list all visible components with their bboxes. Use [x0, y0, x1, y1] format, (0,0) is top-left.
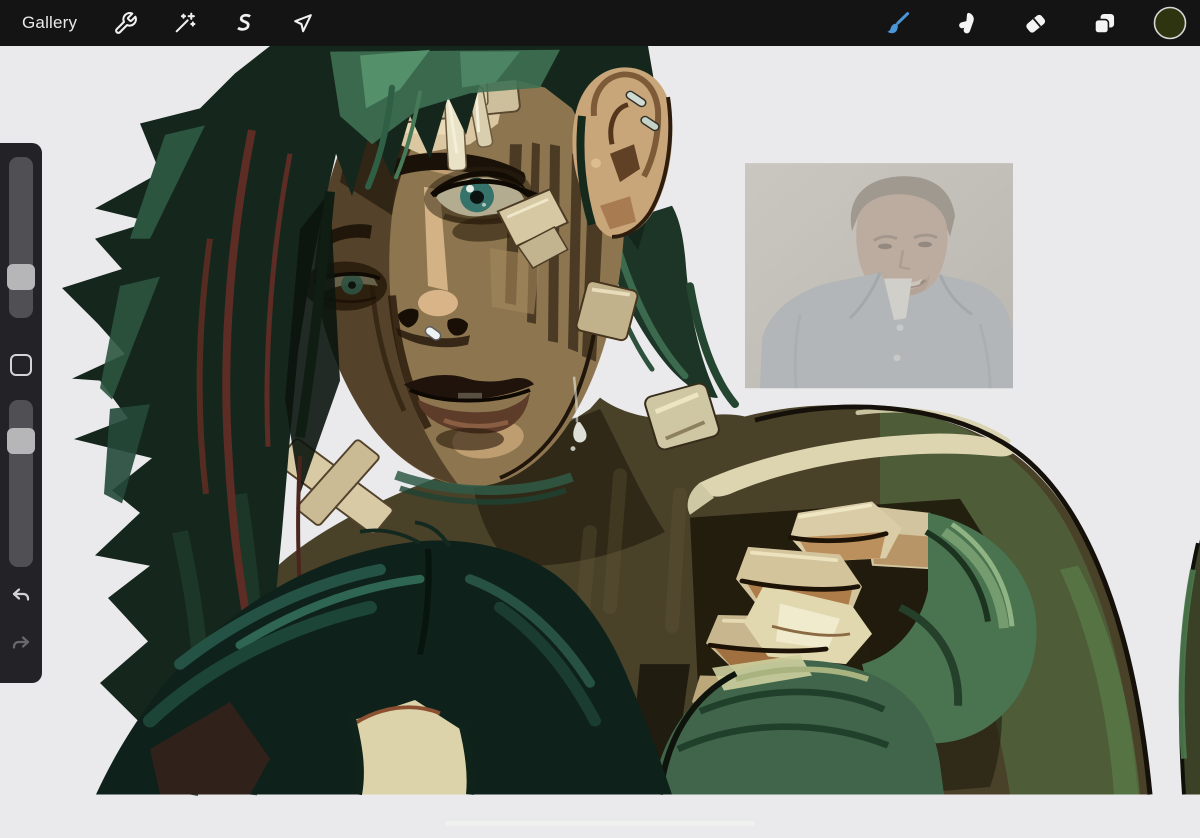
smudge-finger-icon — [953, 10, 980, 37]
layers-icon — [1091, 10, 1118, 37]
home-indicator[interactable] — [445, 821, 755, 826]
brush-opacity-thumb[interactable] — [7, 428, 35, 454]
adjustments-button[interactable] — [163, 2, 205, 44]
undo-button[interactable] — [6, 582, 36, 612]
toolbar-right-group — [876, 0, 1200, 46]
wrench-icon — [113, 11, 138, 36]
brush-size-track[interactable] — [9, 157, 33, 318]
actions-button[interactable] — [104, 2, 146, 44]
brush-size-slider[interactable] — [0, 157, 42, 318]
canvas-area[interactable] — [0, 46, 1200, 838]
selection-button[interactable] — [222, 2, 264, 44]
selection-s-icon — [231, 11, 256, 36]
tool-sidebar — [0, 143, 42, 683]
smudge-button[interactable] — [945, 2, 987, 44]
erase-button[interactable] — [1014, 2, 1056, 44]
top-toolbar: Gallery — [0, 0, 1200, 46]
color-button[interactable] — [1152, 5, 1188, 41]
paint-button[interactable] — [876, 2, 918, 44]
procreate-app: Gallery — [0, 0, 1200, 838]
eraser-icon — [1022, 10, 1049, 37]
gallery-button[interactable]: Gallery — [18, 2, 81, 44]
transform-arrow-icon — [290, 11, 315, 36]
magic-wand-icon — [172, 11, 197, 36]
undo-icon — [9, 584, 33, 611]
brush-opacity-track[interactable] — [9, 400, 33, 567]
brush-opacity-slider[interactable] — [0, 400, 42, 567]
artwork-painting[interactable] — [0, 46, 1200, 838]
toolbar-left-group: Gallery — [0, 0, 323, 46]
brush-icon — [884, 10, 911, 37]
brush-size-thumb[interactable] — [7, 264, 35, 290]
color-swatch — [1152, 5, 1188, 41]
layers-button[interactable] — [1083, 2, 1125, 44]
redo-icon — [9, 632, 33, 659]
redo-button[interactable] — [6, 630, 36, 660]
modify-button[interactable] — [10, 354, 32, 376]
transform-button[interactable] — [281, 2, 323, 44]
reference-photo[interactable] — [745, 163, 1013, 389]
